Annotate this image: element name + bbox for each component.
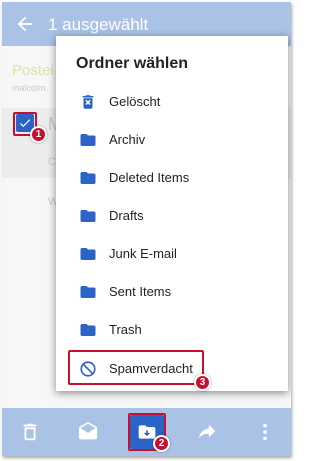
trash-icon — [82, 95, 94, 109]
more-options-icon[interactable] — [254, 421, 276, 443]
folder-label: Drafts — [109, 208, 144, 223]
folder-item-junk-email[interactable]: Junk E-mail — [56, 235, 288, 273]
folder-label: Trash — [109, 322, 142, 337]
callout-badge-1: 1 — [30, 126, 47, 143]
folder-icon — [80, 286, 96, 298]
callout-highlight-spamverdacht — [68, 350, 204, 385]
folder-label: Sent Items — [109, 284, 172, 299]
mark-read-icon[interactable] — [77, 421, 99, 443]
message-preview: C — [48, 156, 56, 168]
folder-item-geloescht[interactable]: Gelöscht — [56, 83, 288, 121]
selection-count-title: 1 ausgewählt — [48, 15, 149, 34]
folder-label: Deleted Items — [109, 170, 190, 185]
folder-item-sent-items[interactable]: Sent Items — [56, 273, 288, 311]
account-name: malcolm. — [12, 83, 49, 93]
delete-icon[interactable] — [19, 421, 41, 443]
callout-badge-3: 3 — [194, 374, 211, 391]
dialog-title: Ordner wählen — [76, 55, 189, 72]
folder-icon — [80, 134, 96, 146]
forward-icon[interactable] — [196, 421, 218, 443]
folder-icon — [80, 172, 96, 184]
back-arrow-icon[interactable] — [14, 13, 36, 35]
app-window: 1 ausgewählt Postei malcolm. M C W Ordne… — [2, 2, 291, 456]
folder-label: Archiv — [109, 132, 146, 147]
folder-icon — [80, 324, 96, 336]
folder-icon — [80, 210, 96, 222]
folder-item-deleted-items[interactable]: Deleted Items — [56, 159, 288, 197]
folder-label: Gelöscht — [109, 94, 161, 109]
folder-label: Junk E-mail — [109, 246, 177, 261]
folder-item-trash[interactable]: Trash — [56, 311, 288, 349]
folder-item-drafts[interactable]: Drafts — [56, 197, 288, 235]
folder-icon — [80, 248, 96, 260]
folder-item-archiv[interactable]: Archiv — [56, 121, 288, 159]
folder-name: Postei — [12, 62, 54, 79]
folder-picker-dialog: Ordner wählen Gelöscht Archiv Deleted It… — [56, 36, 288, 391]
callout-badge-2: 2 — [153, 435, 170, 452]
